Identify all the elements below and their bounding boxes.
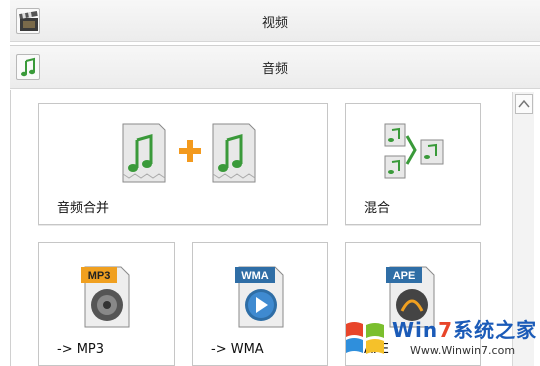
watermark-title: Win7系统之家: [392, 314, 537, 343]
tile-label-mix: 混合: [364, 201, 391, 216]
watermark: Win7系统之家 Www.Winwin7.com: [340, 312, 540, 366]
section-header-video[interactable]: 视频: [10, 0, 540, 42]
ape-badge-text: APE: [393, 270, 416, 282]
audio-mix-icon: [384, 123, 444, 179]
wma-badge-text: WMA: [241, 270, 269, 282]
mp3-badge-text: MP3: [88, 270, 111, 282]
wma-file-icon: WMA: [235, 266, 284, 328]
tile-mix[interactable]: 混合: [345, 103, 481, 225]
watermark-title-7: 7: [438, 318, 454, 342]
tile-audio-merge[interactable]: 音频合并: [38, 103, 328, 225]
tile-label-to-wma: -> WMA: [211, 342, 264, 357]
section-label-video: 视频: [261, 16, 288, 31]
tile-to-wma[interactable]: WMA -> WMA: [192, 242, 328, 366]
chevron-up-icon: [518, 99, 530, 108]
audio-merge-icon: [122, 123, 256, 183]
tile-to-mp3[interactable]: MP3 -> MP3: [38, 242, 175, 366]
watermark-title-rest: 系统之家: [453, 318, 538, 342]
section-label-audio: 音频: [261, 62, 288, 77]
watermark-url: Www.Winwin7.com: [410, 344, 516, 357]
windows-logo-icon: [346, 322, 384, 354]
scroll-up-button[interactable]: [515, 94, 533, 114]
mp3-file-icon: MP3: [81, 266, 130, 328]
tile-label-audio-merge: 音频合并: [57, 201, 110, 216]
section-header-audio[interactable]: 音频: [10, 45, 540, 89]
watermark-title-win: Win: [392, 318, 439, 342]
tile-label-to-mp3: -> MP3: [57, 342, 105, 357]
